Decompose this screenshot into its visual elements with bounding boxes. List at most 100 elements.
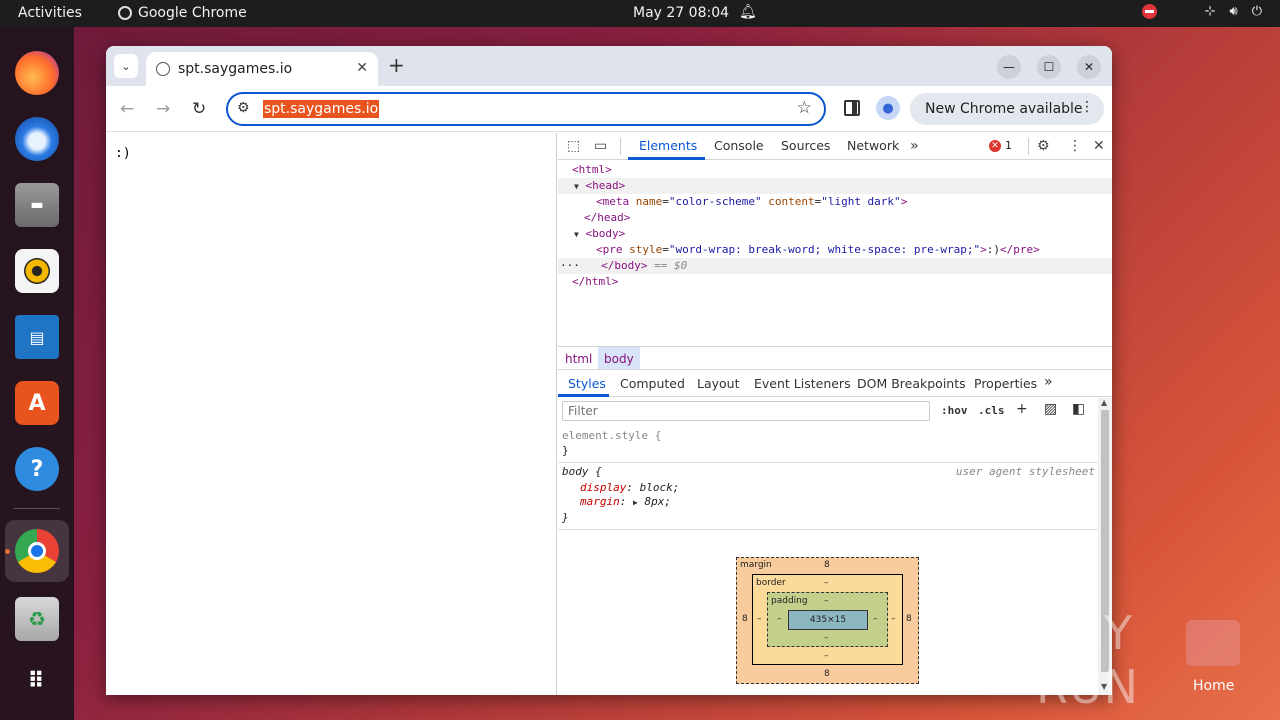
box-model-content[interactable]: 435×15	[788, 610, 868, 630]
box-model-diagram: margin 8 8 8 8 border – – – – padding – …	[736, 557, 919, 684]
devtools-menu-icon[interactable]: ⋮	[1068, 138, 1082, 154]
inspect-element-icon[interactable]: ⬚	[567, 138, 580, 154]
error-counter[interactable]: ✕ 1	[989, 139, 1012, 152]
trash-icon[interactable]: ♻	[12, 594, 62, 644]
padding-left-value[interactable]: –	[777, 614, 782, 624]
scroll-up-icon[interactable]: ▲	[1101, 398, 1107, 407]
dom-pre[interactable]: <pre style="word-wrap: break-word; white…	[596, 242, 1040, 258]
declaration-margin[interactable]: margin: ▶ 8px;	[580, 494, 671, 510]
thunderbird-icon[interactable]	[12, 114, 62, 164]
browser-toolbar: ← → ↻ ⚙ spt.saygames.io ☆ ● New Chrome a…	[106, 86, 1112, 132]
dom-html-open[interactable]: <html>	[572, 162, 612, 178]
app-menu[interactable]: Google Chrome	[118, 5, 247, 21]
tab-search-button[interactable]: ⌄	[114, 54, 138, 78]
error-count: 1	[1005, 139, 1012, 152]
show-apps-icon[interactable]: ⠿	[12, 656, 62, 706]
clock[interactable]: May 27 08:04	[633, 5, 729, 21]
settings-gear-icon[interactable]: ⚙	[1037, 138, 1050, 154]
url-text[interactable]: spt.saygames.io	[263, 100, 380, 118]
border-top-value[interactable]: –	[824, 578, 829, 588]
dom-meta[interactable]: <meta name="color-scheme" content="light…	[596, 194, 907, 210]
border-right-value[interactable]: –	[891, 614, 896, 624]
collapse-triangle-icon[interactable]: ▼	[574, 182, 579, 191]
styles-filter-input[interactable]	[562, 401, 930, 421]
more-menu-icon[interactable]: ⋮	[1080, 99, 1094, 115]
new-tab-button[interactable]: +	[388, 53, 405, 77]
padding-right-value[interactable]: –	[873, 614, 878, 624]
padding-top-value[interactable]: –	[824, 596, 829, 606]
more-tabs-icon[interactable]: »	[910, 138, 919, 154]
tab-elements[interactable]: Elements	[639, 138, 697, 153]
border-bottom-value[interactable]: –	[824, 651, 829, 661]
tab-console[interactable]: Console	[714, 138, 764, 153]
volume-icon: 🔊︎	[1229, 4, 1238, 19]
dom-head-close[interactable]: </head>	[584, 210, 630, 226]
side-panel-icon[interactable]	[844, 100, 860, 116]
rhythmbox-icon[interactable]	[12, 246, 62, 296]
minimize-button[interactable]: —	[997, 55, 1021, 79]
activities-button[interactable]: Activities	[18, 5, 82, 21]
padding-bottom-value[interactable]: –	[824, 633, 829, 643]
margin-bottom-value[interactable]: 8	[824, 669, 830, 679]
tab-network[interactable]: Network	[847, 138, 899, 153]
dom-html-close[interactable]: </html>	[572, 274, 618, 290]
tab-layout[interactable]: Layout	[697, 376, 740, 391]
home-folder-icon[interactable]	[1186, 620, 1240, 666]
forward-button[interactable]: →	[156, 99, 170, 119]
active-tab[interactable]: spt.saygames.io ✕	[146, 52, 378, 86]
files-icon[interactable]: ▬	[12, 180, 62, 230]
ellipsis-icon[interactable]: ···	[560, 259, 580, 272]
cls-toggle[interactable]: .cls	[978, 404, 1005, 417]
system-tray[interactable]: ⊹ 🔊︎ ⏻	[1141, 4, 1262, 19]
home-folder-label[interactable]: Home	[1193, 678, 1234, 694]
back-button[interactable]: ←	[120, 99, 134, 119]
chrome-icon[interactable]	[12, 526, 62, 576]
maximize-button[interactable]: ☐	[1037, 55, 1061, 79]
writer-icon[interactable]: ▤	[12, 312, 62, 362]
element-style-rule[interactable]: element.style {	[562, 428, 661, 444]
hov-toggle[interactable]: :hov	[941, 404, 968, 417]
new-chrome-available-button[interactable]: New Chrome available ⋮	[910, 93, 1104, 125]
dom-body-open[interactable]: ▼ <body>	[574, 226, 625, 242]
border-label: border	[756, 578, 786, 588]
tab-properties[interactable]: Properties	[974, 376, 1037, 391]
tab-dom-breakpoints[interactable]: DOM Breakpoints	[857, 376, 966, 391]
address-bar[interactable]: ⚙ spt.saygames.io ☆	[226, 92, 826, 126]
body-rule-selector[interactable]: body {	[562, 464, 602, 480]
breadcrumb-html[interactable]: html	[559, 351, 598, 373]
new-rule-icon[interactable]: +	[1016, 401, 1028, 417]
close-devtools-icon[interactable]: ✕	[1093, 138, 1105, 154]
profile-avatar[interactable]: ●	[876, 96, 900, 120]
tab-styles[interactable]: Styles	[568, 376, 606, 391]
site-settings-icon[interactable]: ⚙	[237, 100, 250, 116]
dom-head-open[interactable]: ▼ <head>	[574, 178, 625, 194]
device-toolbar-icon[interactable]: ▭	[594, 138, 607, 154]
more-tabs-icon[interactable]: »	[1044, 374, 1053, 390]
bookmark-star-icon[interactable]: ☆	[797, 98, 812, 118]
margin-right-value[interactable]: 8	[906, 614, 912, 624]
firefox-icon[interactable]	[12, 48, 62, 98]
app-name: Google Chrome	[138, 5, 247, 21]
tab-computed[interactable]: Computed	[620, 376, 685, 391]
padding-label: padding	[771, 596, 808, 606]
dom-body-close[interactable]: ··· </body> == $0	[560, 258, 687, 274]
app-center-icon[interactable]: A	[12, 378, 62, 428]
collapse-triangle-icon[interactable]: ▼	[574, 230, 579, 239]
rule-source: user agent stylesheet	[955, 465, 1095, 478]
breadcrumb-body[interactable]: body	[598, 347, 640, 369]
paint-icon[interactable]: ▨	[1044, 401, 1057, 417]
close-tab-icon[interactable]: ✕	[356, 60, 368, 76]
toggle-sidebar-icon[interactable]: ◧	[1072, 401, 1085, 417]
expand-triangle-icon[interactable]: ▶	[633, 498, 638, 507]
reload-button[interactable]: ↻	[192, 99, 206, 119]
tab-event-listeners[interactable]: Event Listeners	[754, 376, 851, 391]
margin-left-value[interactable]: 8	[742, 614, 748, 624]
top-bar: Activities Google Chrome May 27 08:04 🔔︎…	[0, 0, 1280, 27]
close-window-button[interactable]: ✕	[1077, 55, 1101, 79]
help-icon[interactable]: ?	[12, 444, 62, 494]
tab-sources[interactable]: Sources	[781, 138, 830, 153]
breadcrumb: html body	[558, 346, 1112, 370]
page-viewport: :)	[106, 133, 557, 695]
border-left-value[interactable]: –	[757, 614, 762, 624]
margin-top-value[interactable]: 8	[824, 560, 830, 570]
